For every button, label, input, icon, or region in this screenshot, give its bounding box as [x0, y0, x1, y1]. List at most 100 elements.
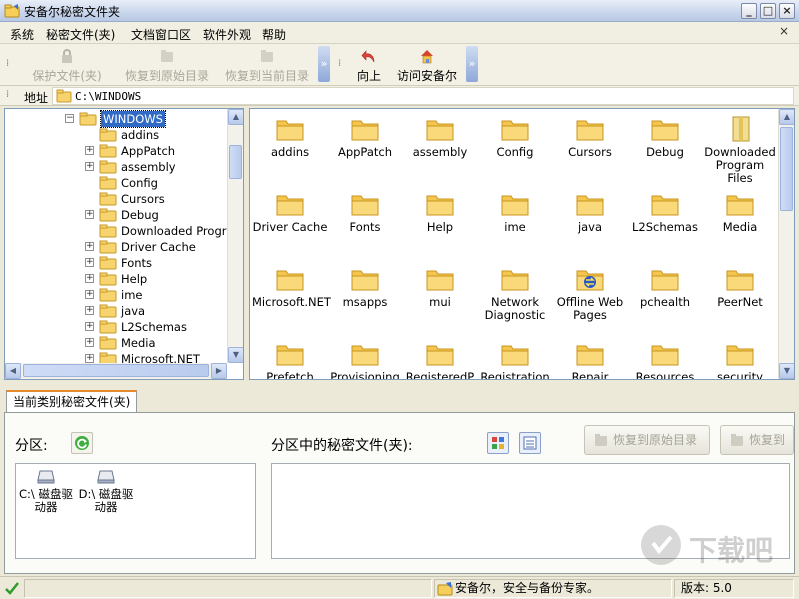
folder-item[interactable]: Cursors — [552, 115, 628, 159]
expand-icon[interactable]: + — [85, 146, 94, 155]
tree-vertical-scrollbar[interactable]: ▲ ▼ — [227, 109, 243, 363]
restore-to-original-button[interactable]: 恢复到原始目录 — [584, 425, 710, 455]
tree-item[interactable]: Downloaded Program — [5, 223, 243, 239]
icons-vertical-scrollbar[interactable]: ▲ ▼ — [778, 109, 794, 379]
tree-item[interactable]: + Help — [5, 271, 227, 287]
menu-system[interactable]: 系统 — [10, 26, 34, 43]
tree-item[interactable]: + Driver Cache — [5, 239, 227, 255]
partition-label: 分区: — [15, 438, 48, 454]
folder-item[interactable]: addins — [252, 115, 328, 159]
tree-item[interactable]: − WINDOWS — [5, 110, 227, 128]
folder-item[interactable]: Microsoft.NET — [252, 265, 331, 309]
folder-icon — [99, 272, 117, 286]
folder-item[interactable]: java — [552, 190, 628, 234]
folder-item[interactable]: RegisteredP — [402, 340, 478, 379]
folder-item[interactable]: Registration — [477, 340, 553, 379]
up-button[interactable]: 向上 — [350, 46, 388, 84]
folder-item[interactable]: Repair — [552, 340, 628, 379]
folder-item[interactable]: Driver Cache — [252, 190, 328, 234]
tree-item[interactable]: + ime — [5, 287, 227, 303]
close-button[interactable]: × — [779, 3, 795, 19]
scroll-right-icon[interactable]: ▶ — [211, 363, 227, 379]
scroll-down-icon[interactable]: ▼ — [779, 363, 794, 379]
address-grip-icon[interactable]: ⁞ — [6, 89, 10, 100]
scroll-thumb[interactable] — [780, 127, 793, 211]
toolbar-grip-icon[interactable]: ⁞ — [6, 58, 10, 69]
menu-help[interactable]: 帮助 — [262, 26, 286, 43]
tree-item[interactable]: + java — [5, 303, 227, 319]
folder-item[interactable]: AppPatch — [327, 115, 403, 159]
folder-icon-view[interactable]: addins AppPatch assembly Config Cursors Debug… — [249, 108, 795, 380]
folder-item[interactable]: Config — [477, 115, 553, 159]
expand-icon[interactable]: + — [85, 274, 94, 283]
folder-item[interactable]: Prefetch — [252, 340, 328, 379]
expand-icon[interactable]: + — [85, 162, 94, 171]
folder-item[interactable]: mui — [402, 265, 478, 309]
visit-website-button[interactable]: 访问安备尔 — [394, 46, 460, 84]
expand-icon[interactable]: + — [85, 354, 94, 363]
drive-d[interactable]: D:\ 磁盘驱动器 — [78, 470, 134, 514]
tree-item[interactable]: + Media — [5, 335, 227, 351]
tree-item[interactable]: + assembly — [5, 159, 227, 175]
folder-item[interactable]: Resources — [627, 340, 703, 379]
restore-original-button[interactable]: 恢复到原始目录 — [120, 46, 214, 84]
menu-close-icon[interactable]: × — [779, 25, 791, 37]
expand-icon[interactable]: + — [85, 210, 94, 219]
toolbar-overflow-chevron[interactable]: » — [466, 46, 478, 82]
folder-item[interactable]: Offline Web Pages — [552, 265, 628, 322]
tab-current-secret-files[interactable]: 当前类别秘密文件(夹) — [6, 390, 138, 414]
refresh-button[interactable] — [71, 432, 93, 454]
folder-item[interactable]: Fonts — [327, 190, 403, 234]
expand-icon[interactable]: + — [85, 258, 94, 267]
menu-document-window[interactable]: 文档窗口区 — [131, 26, 191, 43]
maximize-button[interactable]: □ — [760, 3, 776, 19]
scroll-thumb[interactable] — [23, 364, 209, 377]
folder-item[interactable]: Network Diagnostic — [477, 265, 553, 322]
expand-icon[interactable]: + — [85, 338, 94, 347]
address-input[interactable]: C:\WINDOWS — [52, 87, 794, 105]
tree-item[interactable]: + AppPatch — [5, 143, 227, 159]
scroll-up-icon[interactable]: ▲ — [228, 109, 243, 125]
scroll-thumb[interactable] — [229, 145, 242, 179]
partition-list[interactable]: C:\ 磁盘驱动器 D:\ 磁盘驱动器 — [15, 463, 256, 559]
folder-item[interactable]: Help — [402, 190, 478, 234]
expand-icon[interactable]: + — [85, 290, 94, 299]
folder-item[interactable]: ime — [477, 190, 553, 234]
folder-item[interactable]: L2Schemas — [627, 190, 703, 234]
tree-item[interactable]: + Debug — [5, 207, 227, 223]
folder-item[interactable]: Debug — [627, 115, 703, 159]
expand-icon[interactable]: + — [85, 322, 94, 331]
tree-item[interactable]: addins — [5, 127, 227, 143]
folder-tree[interactable]: − WINDOWS addins + AppPatch + assembly Config Cu… — [4, 108, 244, 380]
menu-secret-files[interactable]: 秘密文件(夹) — [46, 26, 115, 43]
protect-files-button[interactable]: 保护文件(夹) — [20, 46, 114, 84]
folder-item[interactable]: PeerNet — [702, 265, 778, 309]
menu-appearance[interactable]: 软件外观 — [203, 26, 251, 43]
scroll-up-icon[interactable]: ▲ — [779, 109, 794, 125]
folder-item[interactable]: msapps — [327, 265, 403, 309]
folder-item[interactable]: security — [702, 340, 778, 379]
folder-item[interactable]: Provisioning — [327, 340, 403, 379]
restore-current-button[interactable]: 恢复到当前目录 — [220, 46, 314, 84]
tree-item[interactable]: Config — [5, 175, 227, 191]
folder-item[interactable]: Media — [702, 190, 778, 234]
minimize-button[interactable]: _ — [741, 3, 757, 19]
scroll-left-icon[interactable]: ◀ — [5, 363, 21, 379]
tree-item[interactable]: + Fonts — [5, 255, 227, 271]
details-view-button[interactable] — [519, 432, 541, 454]
tree-item[interactable]: Cursors — [5, 191, 227, 207]
tree-horizontal-scrollbar[interactable]: ◀ ▶ — [5, 363, 227, 379]
toolbar-grip-icon[interactable]: ⁞ — [338, 58, 342, 69]
folder-item[interactable]: pchealth — [627, 265, 703, 309]
collapse-icon[interactable]: − — [65, 114, 74, 123]
folder-item[interactable]: assembly — [402, 115, 478, 159]
expand-icon[interactable]: + — [85, 242, 94, 251]
restore-to-button[interactable]: 恢复到 — [720, 425, 794, 455]
tree-item[interactable]: + L2Schemas — [5, 319, 227, 335]
drive-c[interactable]: C:\ 磁盘驱动器 — [18, 470, 74, 514]
toolbar-overflow-chevron[interactable]: » — [318, 46, 330, 82]
expand-icon[interactable]: + — [85, 306, 94, 315]
folder-item[interactable]: Downloaded Program Files — [702, 115, 778, 185]
large-icons-view-button[interactable] — [487, 432, 509, 454]
scroll-down-icon[interactable]: ▼ — [228, 347, 243, 363]
